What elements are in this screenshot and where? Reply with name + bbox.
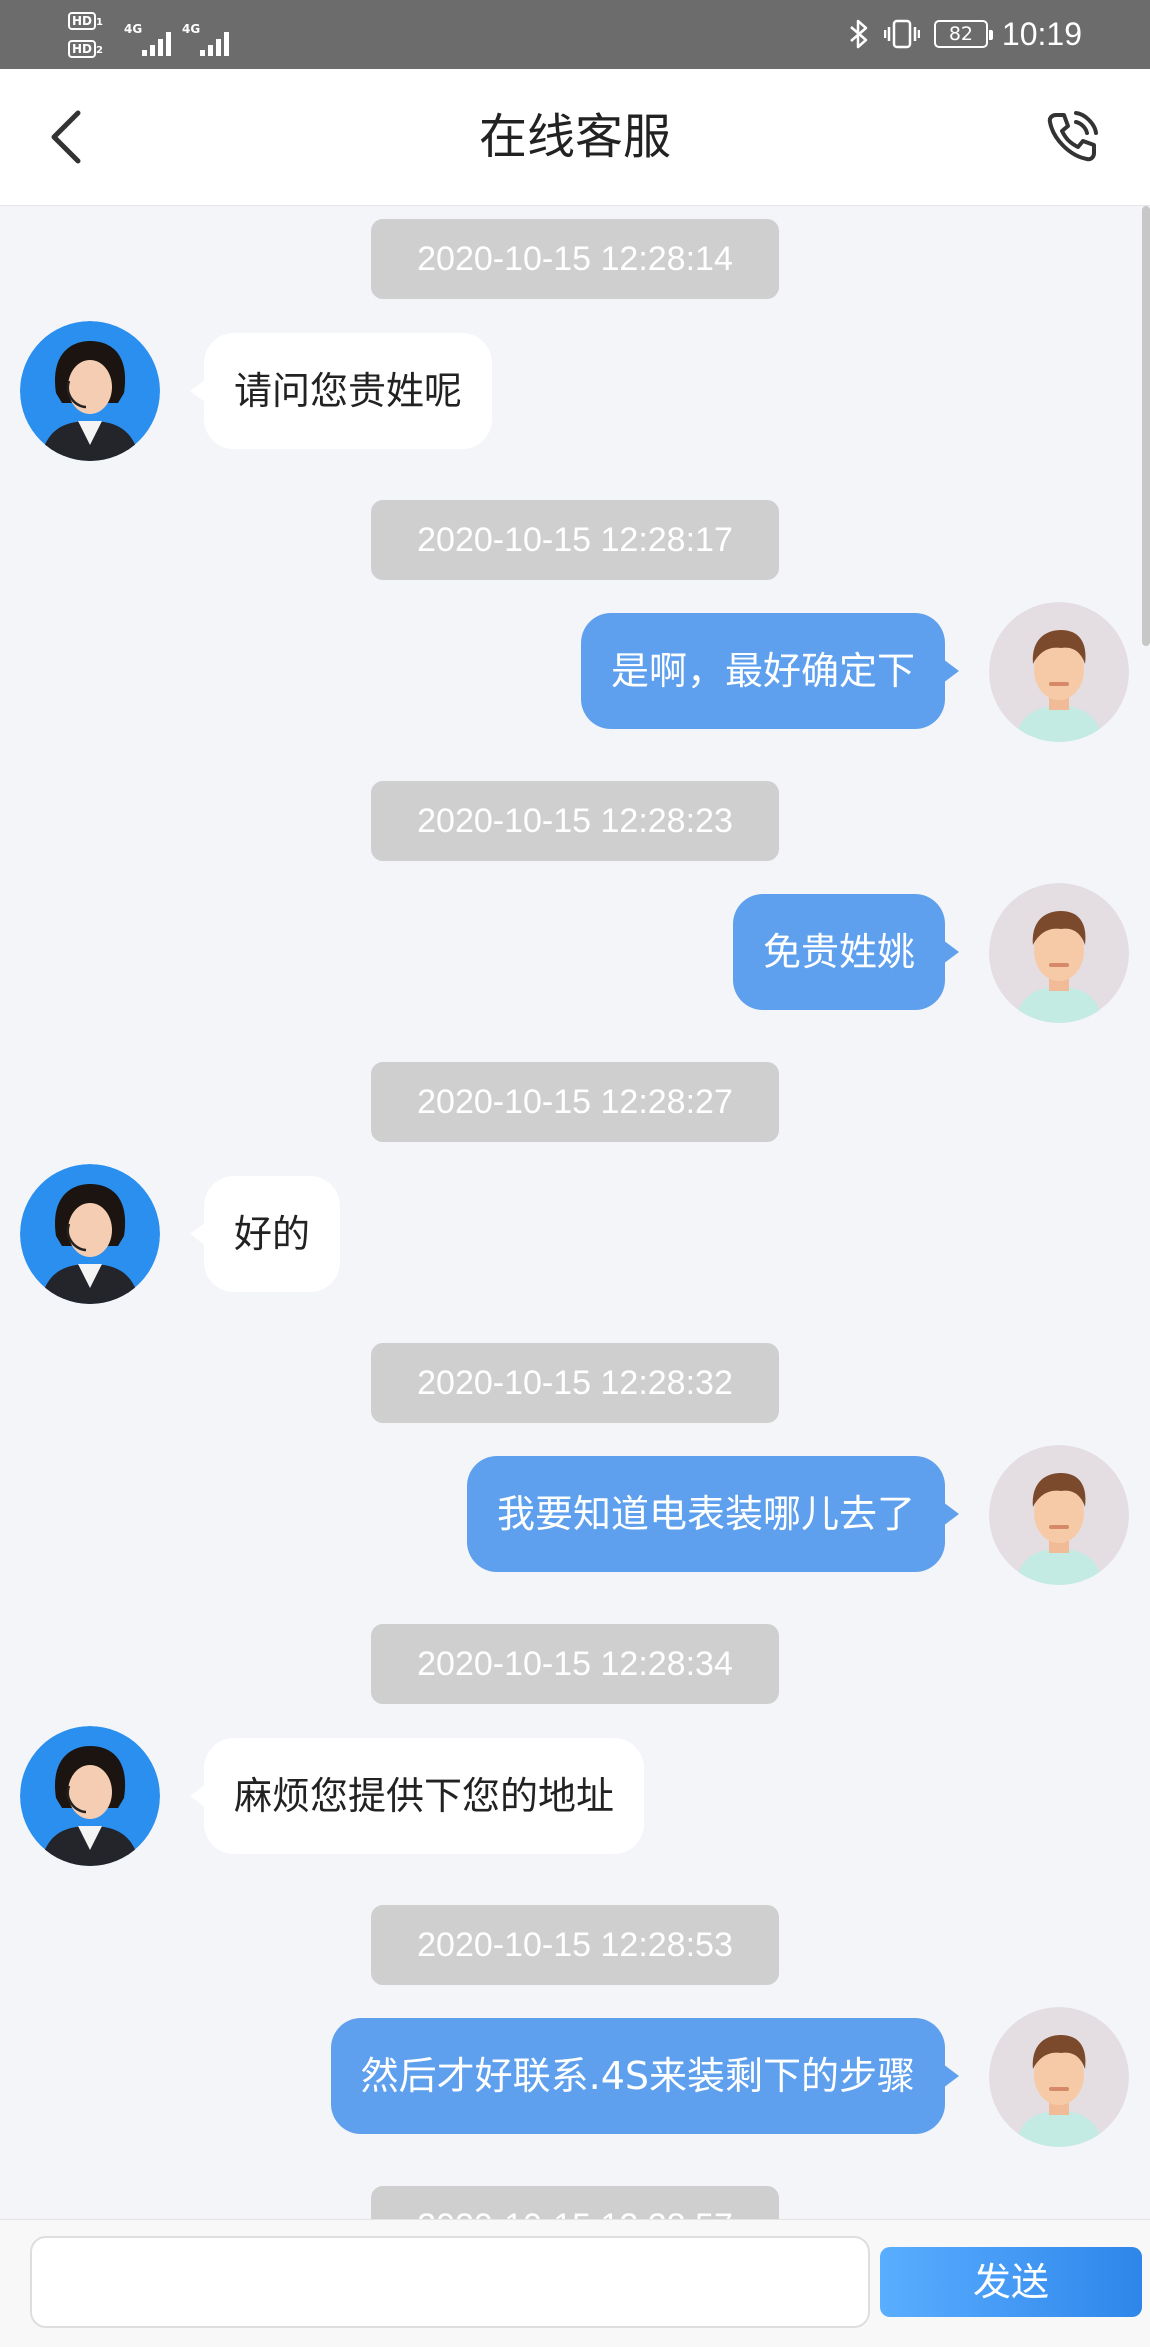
chevron-left-icon <box>51 110 81 164</box>
call-button[interactable] <box>1042 107 1102 167</box>
user-avatar[interactable] <box>989 883 1129 1023</box>
message-timestamp: 2020-10-15 12:28:27 <box>371 1062 779 1142</box>
battery-icon: 82 <box>933 20 993 48</box>
user-avatar[interactable] <box>989 602 1129 742</box>
user-message: 是啊，最好确定下 <box>580 613 960 729</box>
message-timestamp: 2020-10-15 12:28:17 <box>371 500 779 580</box>
clock: 10:19 <box>1001 15 1082 52</box>
network-type: 4G <box>124 22 143 36</box>
user-message: 免贵姓姚 <box>732 894 960 1010</box>
status-right: 82 10:19 <box>848 12 1082 56</box>
signal-icon: 4G <box>124 22 178 56</box>
network-type: 4G <box>182 22 201 36</box>
agent-avatar[interactable] <box>20 1726 160 1866</box>
app-header: 在线客服 <box>0 69 1150 206</box>
agent-avatar[interactable] <box>20 1164 160 1304</box>
message-timestamp: 2020-10-15 12:28:14 <box>371 219 779 299</box>
user-avatar[interactable] <box>989 2007 1129 2147</box>
vibrate-icon <box>883 19 920 49</box>
message-timestamp: 2020-10-15 12:28:53 <box>371 1905 779 1985</box>
message-timestamp: 2020-10-15 12:28:23 <box>371 781 779 861</box>
agent-message: 好的 <box>189 1176 341 1292</box>
signal-indicators: HD 1 HD 2 4G 4G <box>68 8 238 64</box>
agent-avatar[interactable] <box>20 321 160 461</box>
sim1-hd-icon: HD 1 <box>68 10 112 32</box>
sim2-hd-icon: HD 2 <box>68 38 112 60</box>
battery-level: 82 <box>948 23 974 45</box>
message-input[interactable] <box>30 2236 870 2328</box>
page-title: 在线客服 <box>478 109 671 165</box>
phone-icon <box>1047 111 1098 162</box>
user-message: 我要知道电表装哪儿去了 <box>466 1456 960 1572</box>
chat-area[interactable]: 2020-10-15 12:28:14 请问您贵姓呢 2020-10-15 12… <box>0 206 1150 2219</box>
user-message: 然后才好联系.4S来装剩下的步骤 <box>330 2018 960 2134</box>
agent-message: 麻烦您提供下您的地址 <box>189 1738 645 1854</box>
scrollbar[interactable] <box>1142 206 1150 646</box>
back-button[interactable] <box>38 105 102 169</box>
user-avatar[interactable] <box>989 1445 1129 1585</box>
agent-message: 请问您贵姓呢 <box>189 333 493 449</box>
message-timestamp: 2020-10-15 12:28:34 <box>371 1624 779 1704</box>
status-bar: HD 1 HD 2 4G 4G 82 10:19 <box>0 0 1150 69</box>
message-timestamp: 2020-10-15 12:28:57 <box>371 2186 779 2219</box>
send-button[interactable]: 发送 <box>880 2247 1142 2317</box>
message-timestamp: 2020-10-15 12:28:32 <box>371 1343 779 1423</box>
message-composer: 发送 <box>0 2219 1150 2347</box>
signal-icon: 4G <box>182 22 236 56</box>
bluetooth-icon <box>850 19 868 49</box>
